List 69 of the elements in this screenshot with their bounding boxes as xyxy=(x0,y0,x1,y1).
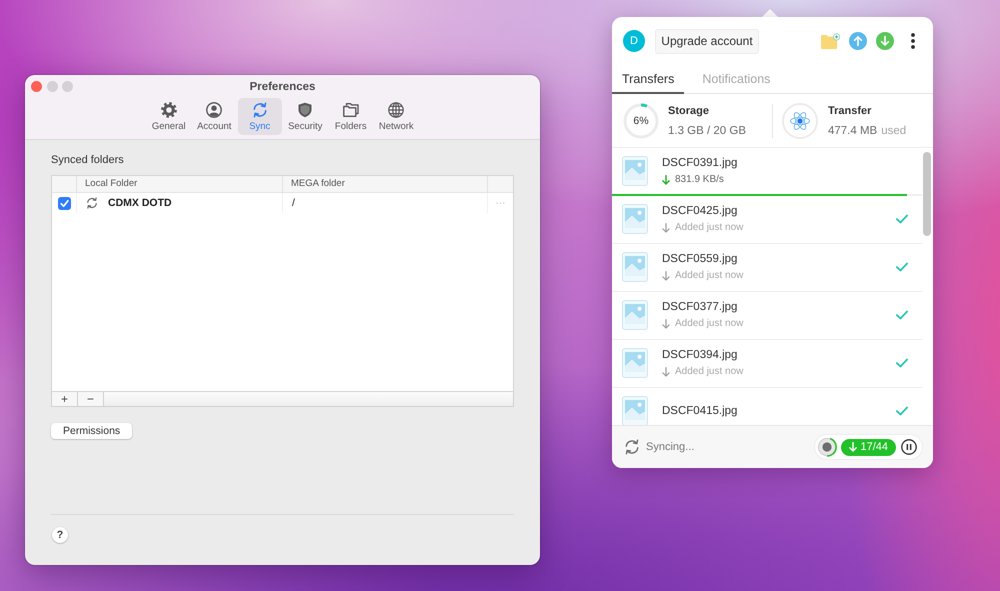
checkmark-icon xyxy=(896,214,908,224)
file-name: DSCF0394.jpg xyxy=(662,348,738,362)
mega-folder-path: / xyxy=(292,197,295,209)
transfer-usage-note: used xyxy=(881,124,906,138)
toolbar-tab[interactable]: Account xyxy=(192,98,236,135)
sync-status: Syncing... xyxy=(646,441,694,453)
panel-tab[interactable]: Transfers xyxy=(612,65,684,94)
pause-icon[interactable] xyxy=(901,439,917,455)
menu-icon[interactable] xyxy=(911,33,915,49)
permissions-button[interactable]: Permissions xyxy=(51,423,132,439)
transfer-amount: 477.4 MB xyxy=(828,124,878,138)
storage-percent: 6% xyxy=(632,114,650,128)
file-name: DSCF0425.jpg xyxy=(662,204,738,218)
help-button[interactable]: ? xyxy=(52,527,68,543)
image-file-icon xyxy=(622,300,648,330)
file-name: DSCF0559.jpg xyxy=(662,252,738,266)
checkmark-icon xyxy=(896,406,908,416)
checkmark-icon xyxy=(896,262,908,272)
local-folder-name: CDMX DOTD xyxy=(108,197,172,209)
toolbar-tab[interactable]: Security xyxy=(283,98,328,135)
section-title: Synced folders xyxy=(51,153,125,167)
add-button[interactable]: + xyxy=(52,392,78,406)
transfer-status: Added just now xyxy=(675,365,744,378)
scrollbar-thumb[interactable] xyxy=(923,152,931,236)
arrow-down-icon xyxy=(662,318,670,328)
folders-icon xyxy=(342,102,359,118)
remove-button[interactable]: − xyxy=(78,392,104,406)
file-name: DSCF0377.jpg xyxy=(662,300,738,314)
image-file-icon xyxy=(622,156,648,186)
person-icon xyxy=(206,102,222,118)
checkbox[interactable] xyxy=(58,196,70,210)
arrow-down-icon xyxy=(662,174,670,184)
upgrade-account-button[interactable]: Upgrade account xyxy=(655,28,759,54)
file-name: DSCF0415.jpg xyxy=(662,404,738,418)
gear-icon xyxy=(160,102,177,118)
toolbar-tab[interactable]: Folders xyxy=(328,98,373,135)
shield-icon xyxy=(297,102,314,118)
file-name: DSCF0391.jpg xyxy=(662,156,738,170)
transfer-status: Added just now xyxy=(675,317,744,330)
sync-icon xyxy=(624,439,640,455)
folder-plus-icon[interactable] xyxy=(821,32,840,50)
checkmark-icon xyxy=(896,358,908,368)
image-file-icon xyxy=(622,252,648,282)
upload-icon[interactable] xyxy=(849,32,867,50)
column-header[interactable]: Local Folder xyxy=(76,176,282,192)
image-file-icon xyxy=(622,204,648,234)
arrow-down-icon xyxy=(662,366,670,376)
sync-icon xyxy=(252,102,268,118)
transfer-status: Added just now xyxy=(675,269,744,282)
arrow-down-icon xyxy=(662,222,670,232)
checkmark-icon xyxy=(896,310,908,320)
column-header[interactable]: MEGA folder xyxy=(282,176,487,192)
download-icon[interactable] xyxy=(876,32,894,50)
transfer-title: Transfer xyxy=(828,104,872,118)
sync-icon xyxy=(86,197,98,209)
status-ring-icon xyxy=(817,437,838,457)
toolbar-tab[interactable]: General xyxy=(146,98,191,135)
storage-title: Storage xyxy=(668,104,710,118)
toolbar-tab[interactable]: Network xyxy=(374,98,418,135)
storage-usage: 1.3 GB / 20 GB xyxy=(668,124,746,138)
transfer-speed: 831.9 KB/s xyxy=(675,173,724,186)
transfer-status: Added just now xyxy=(675,221,744,234)
window-title: Preferences xyxy=(248,80,316,92)
image-file-icon xyxy=(622,348,648,378)
atom-icon xyxy=(782,102,818,138)
arrow-down-icon xyxy=(849,442,858,452)
arrow-down-icon xyxy=(662,270,670,280)
globe-icon xyxy=(388,102,404,118)
close-button[interactable] xyxy=(31,81,42,92)
